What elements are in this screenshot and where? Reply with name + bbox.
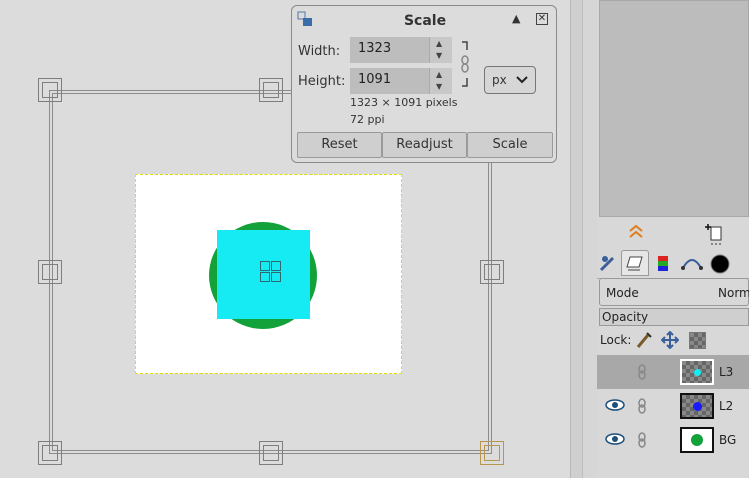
lock-position-icon[interactable] <box>660 330 680 350</box>
layer-row-bg[interactable]: BG <box>597 423 749 457</box>
mode-label: Mode <box>606 286 639 300</box>
collapse-icon[interactable]: ▲ <box>512 12 524 26</box>
tab-tool-options[interactable] <box>597 252 623 276</box>
transform-handle-left[interactable] <box>38 260 62 284</box>
opacity-label: Opacity <box>602 310 649 324</box>
tab-channels[interactable] <box>651 252 677 276</box>
chain-link-icon[interactable] <box>635 431 649 449</box>
lock-label: Lock: <box>600 333 632 347</box>
transform-handle-bottom-left[interactable] <box>38 441 62 465</box>
transform-handle-right[interactable] <box>480 260 504 284</box>
layers-dock: Mode Norm Opacity Lock: L3 L2 BG <box>597 0 749 478</box>
resolution-info: 72 ppi <box>350 113 385 126</box>
lock-pixels-icon[interactable] <box>635 331 653 349</box>
chain-link-icon[interactable] <box>635 363 649 381</box>
chain-link-icon[interactable] <box>458 40 472 90</box>
width-value[interactable]: 1323 <box>358 41 391 56</box>
close-icon[interactable]: ✕ <box>536 13 548 25</box>
tab-brushes[interactable] <box>707 252 733 276</box>
decrement-icon[interactable]: ▼ <box>436 51 442 60</box>
tab-layers[interactable] <box>621 250 649 276</box>
decrement-icon[interactable]: ▼ <box>436 82 442 91</box>
transform-handle-bottom-right[interactable] <box>480 441 504 465</box>
width-stepper[interactable]: ▲ ▼ <box>429 37 452 63</box>
readjust-button[interactable]: Readjust <box>382 132 467 158</box>
mode-value: Norm <box>718 286 749 300</box>
transform-handle-top[interactable] <box>259 78 283 102</box>
chevron-down-icon <box>515 72 529 90</box>
height-spinbox[interactable]: 1091 ▲ ▼ <box>350 68 452 94</box>
width-spinbox[interactable]: 1323 ▲ ▼ <box>350 37 452 63</box>
layer-name[interactable]: L3 <box>719 365 733 379</box>
height-label: Height: <box>298 74 346 89</box>
increment-icon[interactable]: ▲ <box>436 70 442 79</box>
center-pivot-handle[interactable] <box>259 260 285 284</box>
transform-handle-top-left[interactable] <box>38 78 62 102</box>
height-value[interactable]: 1091 <box>358 72 391 87</box>
reset-button[interactable]: Reset <box>297 132 382 158</box>
eye-icon[interactable] <box>605 432 625 446</box>
increment-icon[interactable]: ▲ <box>436 39 442 48</box>
opacity-slider[interactable]: Opacity <box>599 308 749 326</box>
size-info: 1323 × 1091 pixels <box>350 96 458 109</box>
width-label: Width: <box>298 44 341 59</box>
new-layer-icon[interactable] <box>705 222 725 246</box>
height-stepper[interactable]: ▲ ▼ <box>429 68 452 94</box>
tab-paths[interactable] <box>679 252 705 276</box>
unit-dropdown[interactable]: px <box>484 66 536 94</box>
eye-icon[interactable] <box>605 398 625 412</box>
raise-to-top-icon[interactable] <box>627 224 645 240</box>
layer-thumbnail <box>680 427 714 453</box>
layer-row-l3[interactable]: L3 <box>597 355 749 389</box>
mode-dropdown[interactable]: Mode Norm <box>599 278 749 306</box>
scale-dialog: Scale ▲ ✕ Width: 1323 ▲ ▼ Height: 1091 ▲… <box>291 5 557 163</box>
transform-handle-bottom[interactable] <box>259 441 283 465</box>
layer-row-l2[interactable]: L2 <box>597 389 749 423</box>
layer-thumbnail <box>680 359 714 385</box>
chain-link-icon[interactable] <box>635 397 649 415</box>
layer-name[interactable]: BG <box>719 433 736 447</box>
layer-name[interactable]: L2 <box>719 399 733 413</box>
layer-thumbnail <box>680 393 714 419</box>
dock-tabs <box>597 250 749 279</box>
scale-button[interactable]: Scale <box>467 132 553 158</box>
layers-list: L3 L2 BG <box>597 355 749 478</box>
lock-alpha-icon[interactable] <box>689 332 706 349</box>
panel-divider[interactable] <box>582 0 598 478</box>
navigation-preview <box>599 0 749 217</box>
unit-value: px <box>492 73 507 87</box>
